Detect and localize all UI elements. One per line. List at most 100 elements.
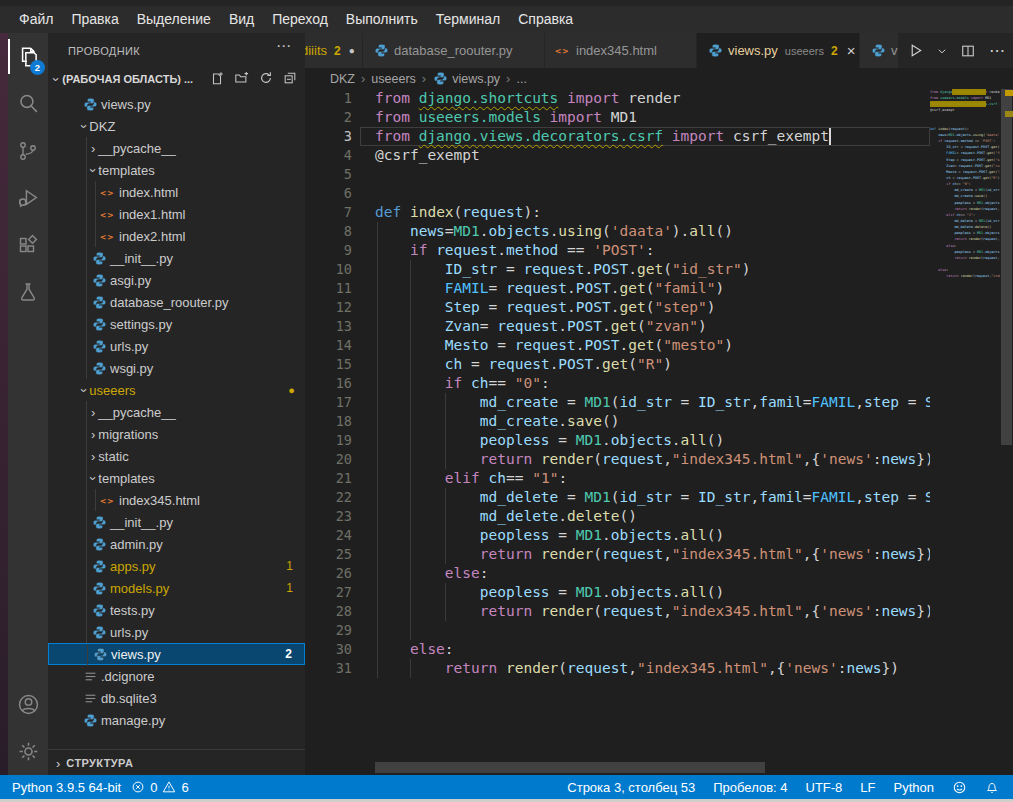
tree-item-settings.py[interactable]: settings.py <box>48 313 305 335</box>
tree-item-index.html[interactable]: <>index.html <box>48 181 305 203</box>
tree-item-__pycache__[interactable]: ›__pycache__ <box>48 137 305 159</box>
breadcrumb-item[interactable]: useeers <box>371 72 415 86</box>
py-file-icon <box>91 250 107 266</box>
feedback-icon[interactable] <box>952 780 967 795</box>
problem-badge: 1 <box>286 581 293 595</box>
tree-item-index345.html[interactable]: <>index345.html <box>48 489 305 511</box>
code-line-8: 8 news=MD1.objects.using('daata').all() <box>305 222 930 241</box>
active-indicator <box>8 39 10 74</box>
tab-index345.html[interactable]: <>index345.html <box>545 33 697 68</box>
menu-item-5[interactable]: Переход <box>263 6 337 33</box>
minimap[interactable]: from django.shortcuts import renderfrom … <box>930 89 1000 349</box>
file-name: models.py <box>110 581 169 596</box>
more-icon[interactable]: ⋯ <box>989 41 1005 60</box>
new-folder-icon[interactable] <box>234 71 249 88</box>
horizontal-scrollbar[interactable] <box>375 762 765 773</box>
tree-item-manage.py[interactable]: manage.py <box>48 709 305 731</box>
tree-item-urls.py[interactable]: urls.py <box>48 335 305 357</box>
tree-item-asgi.py[interactable]: asgi.py <box>48 269 305 291</box>
tree-item-views.py[interactable]: views.py2 <box>48 643 305 665</box>
code-line-15: 15 ch = request.POST.get("R") <box>305 355 930 374</box>
split-editor-icon[interactable] <box>961 44 975 58</box>
tree-item-migrations[interactable]: ›migrations <box>48 423 305 445</box>
vscode-window: ФайлПравкаВыделениеВидПереходВыполнитьТе… <box>0 0 1013 802</box>
menu-item-7[interactable]: Терминал <box>427 6 509 33</box>
outline-section-header[interactable]: › СТРУКТУРА <box>48 749 305 776</box>
eol[interactable]: LF <box>860 780 875 795</box>
file-name: __pycache__ <box>98 141 175 156</box>
tree-item-database_roouter.py[interactable]: database_roouter.py <box>48 291 305 313</box>
tree-item-__pycache__[interactable]: ›__pycache__ <box>48 401 305 423</box>
tree-item-templates[interactable]: ›templates <box>48 467 305 489</box>
tab-diiits-partial[interactable]: diiits2● <box>305 33 363 68</box>
tree-item-index1.html[interactable]: <>index1.html <box>48 203 305 225</box>
py-file-icon <box>91 624 107 640</box>
tree-item-.dcignore[interactable]: .dcignore <box>48 665 305 687</box>
language-mode[interactable]: Python <box>894 780 934 795</box>
menu-item-4[interactable]: Вид <box>220 6 263 33</box>
vertical-scrollbar[interactable] <box>1001 89 1012 445</box>
breadcrumb-item[interactable]: views.py <box>452 72 500 86</box>
breadcrumb-item[interactable]: DKZ <box>330 72 355 86</box>
run-icon[interactable] <box>908 43 923 58</box>
encoding[interactable]: UTF-8 <box>806 780 843 795</box>
python-interpreter[interactable]: Python 3.9.5 64-bit <box>12 780 121 795</box>
tree-item-models.py[interactable]: models.py 1 <box>48 577 305 599</box>
tree-item-index2.html[interactable]: <>index2.html <box>48 225 305 247</box>
tab-database_roouter.py[interactable]: database_roouter.py <box>363 33 545 68</box>
code-line-9: 9 if request.method == 'POST': <box>305 241 930 260</box>
tab-label: database_roouter.py <box>394 43 513 58</box>
workspace-section-header[interactable]: › (РАБОЧАЯ ОБЛАСТЬ) ... <box>48 68 305 90</box>
code-line-18: 18 md_create.save() <box>305 412 930 431</box>
refresh-icon[interactable] <box>259 71 273 88</box>
tree-item-db.sqlite3[interactable]: db.sqlite3 <box>48 687 305 709</box>
file-name: useeers <box>89 383 135 398</box>
tree-item-__init__.py[interactable]: __init__.py <box>48 247 305 269</box>
chevron-down-icon[interactable] <box>937 46 947 56</box>
tree-item-DKZ[interactable]: ›DKZ <box>48 115 305 137</box>
code-editor[interactable]: 1from django.shortcuts import render2fro… <box>305 89 930 709</box>
menu-item-8[interactable]: Справка <box>509 6 582 33</box>
breadcrumb-item[interactable]: ... <box>516 72 526 86</box>
file-name: index2.html <box>119 229 185 244</box>
activity-account[interactable] <box>8 681 48 728</box>
activity-testing[interactable] <box>8 268 48 315</box>
file-name: urls.py <box>110 625 148 640</box>
activity-run-debug[interactable] <box>8 174 48 221</box>
tree-item-useeers[interactable]: ›useeers● <box>48 379 305 401</box>
tree-item-urls.py[interactable]: urls.py <box>48 621 305 643</box>
file-name: views.py <box>101 97 151 112</box>
cursor-position[interactable]: Строка 3, столбец 53 <box>567 780 695 795</box>
new-file-icon[interactable] <box>210 71 224 88</box>
menu-item-6[interactable]: Выполнить <box>337 6 427 33</box>
activity-search[interactable] <box>8 80 48 127</box>
indentation[interactable]: Пробелов: 4 <box>713 780 787 795</box>
activity-explorer[interactable]: 2 <box>8 33 48 80</box>
explorer-title: ПРОВОДНИК <box>68 45 140 57</box>
menu-item-1[interactable]: Файл <box>10 6 62 33</box>
menu-item-2[interactable]: Правка <box>62 6 127 33</box>
problems-summary[interactable]: 06 <box>131 780 188 795</box>
file-name: database_roouter.py <box>110 295 229 310</box>
tree-item-apps.py[interactable]: apps.py1 <box>48 555 305 577</box>
activity-extensions[interactable] <box>8 221 48 268</box>
tree-item-admin.py[interactable]: admin.py <box>48 533 305 555</box>
close-icon[interactable]: × <box>847 42 856 59</box>
tab-label: diiits <box>305 43 327 58</box>
html-file-icon: <> <box>100 492 116 508</box>
tree-item-static[interactable]: ›static <box>48 445 305 467</box>
activity-source-control[interactable] <box>8 127 48 174</box>
tab-views.py[interactable]: views.pyuseeers2× <box>697 33 860 68</box>
tree-item-__init__.py[interactable]: __init__.py <box>48 511 305 533</box>
py-file-icon <box>432 71 448 87</box>
menu-item-3[interactable]: Выделение <box>128 6 220 33</box>
tree-item-templates[interactable]: ›templates <box>48 159 305 181</box>
bell-icon[interactable] <box>985 780 999 794</box>
file-name: settings.py <box>110 317 172 332</box>
tree-item-tests.py[interactable]: tests.py <box>48 599 305 621</box>
more-actions-icon[interactable]: ⋯ <box>276 37 291 55</box>
tree-item-wsgi.py[interactable]: wsgi.py <box>48 357 305 379</box>
tree-item-views.py[interactable]: views.py <box>48 93 305 115</box>
collapse-all-icon[interactable] <box>283 71 297 88</box>
activity-settings[interactable] <box>8 728 48 775</box>
